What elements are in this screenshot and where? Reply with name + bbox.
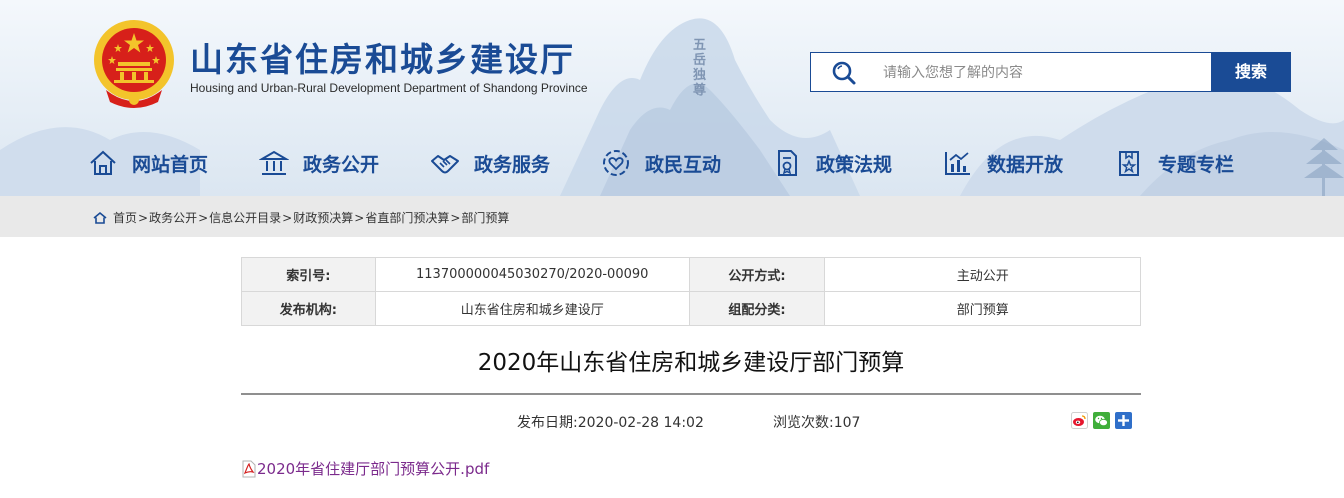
document-seal-icon [778,150,797,176]
breadcrumb-separator: > [138,210,149,225]
nav-item-open-data[interactable]: 数据开放 [943,143,1063,183]
breadcrumb-info-catalog[interactable]: 信息公开目录 [209,209,281,226]
nav-item-label: 政务公开 [303,153,380,176]
national-emblem-logo [94,20,174,108]
nav-item-label: 政务服务 [474,153,551,176]
open-mode-value: 主动公开 [824,257,1141,292]
breadcrumb-provincial-dept-budget[interactable]: 省直部门预决算 [365,209,449,226]
publish-date: 发布日期:2020-02-28 14:02 [517,415,704,431]
search-box: 搜索 [810,52,1291,92]
breadcrumb-home[interactable]: 首页 [113,209,137,226]
breadcrumb-gov-affairs[interactable]: 政务公开 [149,209,197,226]
title-divider [241,393,1141,395]
search-input[interactable] [881,61,1205,85]
nav-item-special-topics[interactable]: 专题专栏 [1114,143,1234,183]
heart-people-icon [603,150,629,176]
home-icon [93,211,107,224]
nav-item-gov-affairs-open[interactable]: 政务公开 [259,143,379,183]
breadcrumb-finance-budget[interactable]: 财政预决算 [293,209,353,226]
table-row: 发布机构: 山东省住房和城乡建设厅 组配分类: 部门预算 [241,291,1141,326]
breadcrumb-dept-budget[interactable]: 部门预算 [461,209,509,226]
nav-item-label: 政策法规 [816,153,893,176]
wechat-icon[interactable] [1093,412,1110,429]
nav-item-policy[interactable]: 政策法规 [772,143,892,183]
breadcrumb-separator: > [354,210,365,225]
issuer-label: 发布机构: [241,291,376,326]
document-meta-table: 索引号: 113700000045030270/2020-00090 公开方式:… [241,257,1141,326]
search-icon [832,61,856,85]
nav-item-gov-services[interactable]: 政务服务 [430,143,550,183]
home-icon [90,150,116,175]
mountain-inscription: 五岳独尊 [693,38,707,98]
site-title: 山东省住房和城乡建设厅 [190,40,575,79]
pdf-icon [242,460,256,477]
index-number-label: 索引号: [241,257,376,292]
breadcrumb-separator: > [450,210,461,225]
bookmark-star-icon [1119,151,1139,176]
handshake-icon [431,155,459,174]
open-mode-label: 公开方式: [688,257,826,292]
bar-chart-icon [945,152,970,175]
nav-item-interaction[interactable]: 政民互动 [601,143,721,183]
nav-item-label: 网站首页 [132,153,209,176]
breadcrumb-bar: 首页 > 政务公开 > 信息公开目录 > 财政预决算 > 省直部门预决算 > 部… [0,196,1344,237]
article-title: 2020年山东省住房和城乡建设厅部门预算 [477,350,905,376]
share-buttons [1071,412,1132,429]
government-building-icon [259,150,289,175]
index-number-value: 113700000045030270/2020-00090 [374,257,690,292]
breadcrumb-separator: > [198,210,209,225]
weibo-icon[interactable] [1071,412,1088,429]
breadcrumb: 首页 > 政务公开 > 信息公开目录 > 财政预决算 > 省直部门预决算 > 部… [93,209,509,226]
nav-item-label: 数据开放 [987,153,1064,176]
search-button[interactable]: 搜索 [1211,52,1291,92]
category-value: 部门预算 [824,291,1141,326]
table-row: 索引号: 113700000045030270/2020-00090 公开方式:… [241,257,1141,292]
breadcrumb-separator: > [282,210,293,225]
view-count: 浏览次数:107 [773,415,861,431]
category-label: 组配分类: [688,291,826,326]
site-header: 五岳独尊 山东省住房和城乡建设厅 Housing and Urban-Rural… [0,0,1344,196]
site-subtitle: Housing and Urban-Rural Development Depa… [190,81,588,95]
attachment-link[interactable]: 2020年省住建厅部门预算公开.pdf [241,458,489,479]
nav-item-label: 政民互动 [645,153,722,176]
plus-share-icon[interactable] [1115,412,1132,429]
nav-item-home[interactable]: 网站首页 [88,143,208,183]
attachment-label[interactable]: 2020年省住建厅部门预算公开.pdf [257,458,489,479]
nav-item-label: 专题专栏 [1158,153,1235,176]
issuer-value: 山东省住房和城乡建设厅 [374,291,690,326]
